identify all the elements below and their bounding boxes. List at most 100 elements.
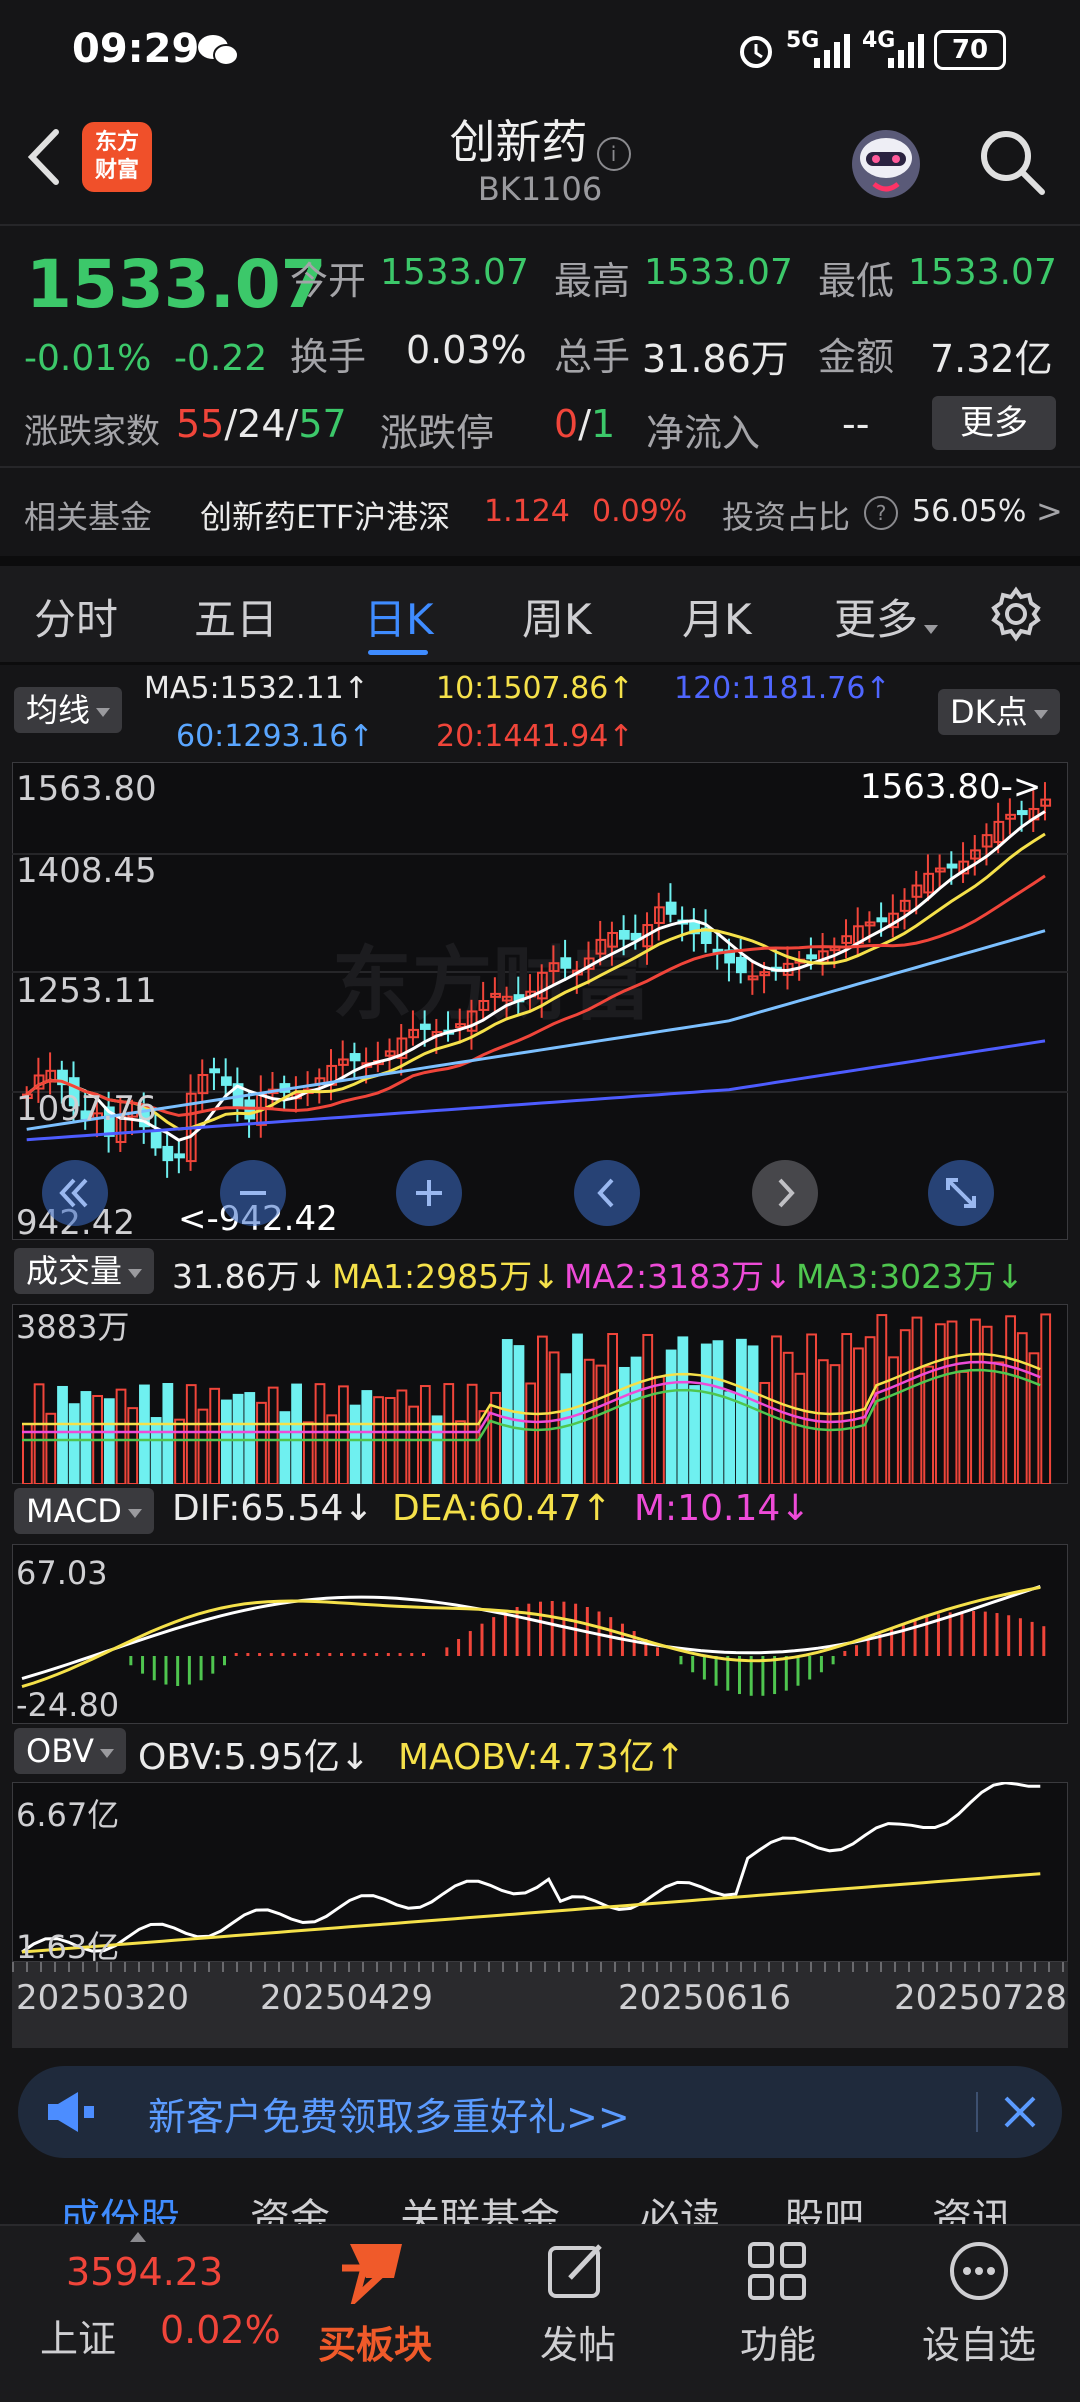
tab-intraday[interactable]: 分时 xyxy=(34,586,118,647)
breadth-down: 57 xyxy=(298,402,347,446)
candle-body xyxy=(618,930,630,940)
macd-chart[interactable]: 67.03 -24.80 xyxy=(12,1544,1068,1724)
subtab-news[interactable]: 资讯 xyxy=(932,2186,1012,2224)
chevron-down-icon xyxy=(96,707,111,717)
limit-label: 涨跌停 xyxy=(380,411,495,455)
macd-selector[interactable]: MACD xyxy=(14,1488,154,1534)
more-button[interactable]: 更多 xyxy=(932,396,1056,450)
megaphone-icon xyxy=(44,2088,100,2140)
tab-monthly-k[interactable]: 月K xyxy=(682,586,752,647)
stock-code: BK1106 xyxy=(477,170,603,208)
obv-legend: OBV OBV:5.95亿↓ MAOBV:4.73亿↑ xyxy=(0,1726,1080,1786)
volume-ma2: MA2:3183万↓ xyxy=(564,1257,792,1296)
prev-icon[interactable] xyxy=(574,1160,640,1226)
index-pct[interactable]: 0.02% xyxy=(160,2308,281,2352)
subtab-constituents[interactable]: 成份股 xyxy=(60,2186,180,2224)
status-time: 09:29 xyxy=(72,26,200,72)
volume-bar xyxy=(700,1343,712,1484)
volume-bar xyxy=(150,1417,162,1484)
breadth-sep1: / xyxy=(224,402,238,446)
ma10-value: 10:1507.86↑ xyxy=(436,671,634,706)
change-value: -0.22 xyxy=(174,338,268,379)
subtab-capital[interactable]: 资金 xyxy=(250,2186,330,2224)
promo-banner[interactable]: 新客户免费领取多重好礼>> xyxy=(18,2066,1062,2158)
index-price[interactable]: 3594.23 xyxy=(66,2250,223,2294)
wechat-icon xyxy=(196,32,240,68)
search-icon[interactable] xyxy=(976,126,1048,202)
amount-label: 金额 xyxy=(818,335,895,379)
date-2: 20250429 xyxy=(260,1978,434,2018)
volume-bar xyxy=(572,1333,583,1484)
macd-dif: DIF:65.54↓ xyxy=(172,1488,374,1529)
tab-daily-k[interactable]: 日K xyxy=(364,586,434,647)
low-value: 1533.07 xyxy=(908,252,1057,293)
close-icon[interactable] xyxy=(998,2090,1042,2138)
signal-5g-icon xyxy=(812,30,856,74)
active-tab-indicator xyxy=(368,650,428,655)
fullscreen-icon[interactable] xyxy=(928,1160,994,1226)
logo-line2: 财富 xyxy=(94,158,139,183)
add-favorite-label[interactable]: 设自选 xyxy=(922,2314,1036,2369)
sub-tabs: 成份股 资金 关联基金 必读 股吧 资讯 xyxy=(0,2180,1080,2224)
battery-icon: 70 xyxy=(934,30,1006,70)
post-icon[interactable] xyxy=(544,2238,610,2308)
apps-icon[interactable] xyxy=(744,2238,810,2308)
subtab-must-read[interactable]: 必读 xyxy=(640,2186,720,2224)
volume-chart[interactable]: 3883万 xyxy=(12,1304,1068,1484)
volume-bar xyxy=(724,1391,736,1484)
buy-sector-label[interactable]: 买板块 xyxy=(318,2314,432,2369)
obv-selector[interactable]: OBV xyxy=(14,1728,127,1774)
ma60-value: 60:1293.16↑ xyxy=(176,719,374,754)
tab-five-day[interactable]: 五日 xyxy=(194,586,278,647)
volume-bar xyxy=(560,1373,572,1484)
dk-point-button[interactable]: DK点 xyxy=(938,689,1060,735)
tab-weekly-k[interactable]: 周K xyxy=(522,586,592,647)
volume-bar xyxy=(244,1392,256,1484)
ratio-label: 投资占比 xyxy=(722,498,851,536)
chevron-down-icon xyxy=(100,1748,115,1758)
open-label: 今开 xyxy=(290,259,367,303)
macd-m: M:10.14↓ xyxy=(634,1488,811,1529)
open-value: 1533.07 xyxy=(380,252,529,293)
ma-selector[interactable]: 均线 xyxy=(14,687,123,733)
buy-sector-icon[interactable] xyxy=(336,2238,412,2309)
netflow-value: -- xyxy=(842,402,870,446)
subtab-related-funds[interactable]: 关联基金 xyxy=(400,2186,560,2224)
volume-bar xyxy=(513,1345,525,1484)
index-name[interactable]: 上证 xyxy=(40,2308,116,2363)
volume-selector[interactable]: 成交量 xyxy=(14,1248,155,1294)
obv-axis-top: 6.67亿 xyxy=(16,1796,119,1834)
function-label[interactable]: 功能 xyxy=(740,2314,816,2369)
zoom-in-icon[interactable] xyxy=(396,1160,462,1226)
zoom-out-icon[interactable] xyxy=(220,1160,286,1226)
quote-panel: 1533.07 -0.01% -0.22 今开 1533.07 最高 1533.… xyxy=(0,226,1080,466)
chevron-down-icon xyxy=(128,1268,143,1278)
related-fund-row[interactable]: 相关基金 创新药ETF沪港深 1.124 0.09% 投资占比 ? 56.05%… xyxy=(0,470,1080,556)
subtab-forum[interactable]: 股吧 xyxy=(784,2186,864,2224)
header: 东方 财富 创新药 i BK1106 xyxy=(0,100,1080,220)
ma-selector-label: 均线 xyxy=(26,691,91,729)
high-value: 1533.07 xyxy=(644,252,793,293)
more-dots-icon[interactable] xyxy=(946,2238,1012,2308)
next-icon[interactable] xyxy=(752,1160,818,1226)
help-icon[interactable]: ? xyxy=(864,496,898,530)
robot-assistant-icon[interactable] xyxy=(844,120,928,208)
obv-value: OBV:5.95亿↓ xyxy=(138,1737,371,1778)
amount-value: 7.32亿 xyxy=(930,337,1053,381)
limit-down: 1 xyxy=(591,402,616,446)
back-icon[interactable] xyxy=(20,126,70,192)
rewind-icon[interactable] xyxy=(42,1160,108,1226)
obv-chart[interactable]: 6.67亿 1.63亿 xyxy=(12,1782,1068,1962)
ma5-value: MA5:1532.11↑ xyxy=(144,671,369,706)
breadth-flat: 24 xyxy=(237,402,286,446)
fund-pct: 0.09% xyxy=(592,494,688,529)
post-label[interactable]: 发帖 xyxy=(540,2314,616,2369)
macd-axis-top: 67.03 xyxy=(16,1554,108,1592)
volume-bar xyxy=(291,1383,302,1484)
tab-more[interactable]: 更多 xyxy=(834,586,939,647)
candle-body xyxy=(665,901,677,915)
axis-1563: 1563.80 xyxy=(16,769,157,809)
gear-icon[interactable] xyxy=(988,586,1044,646)
info-icon[interactable]: i xyxy=(596,136,631,171)
breadth-up: 55 xyxy=(176,402,225,446)
